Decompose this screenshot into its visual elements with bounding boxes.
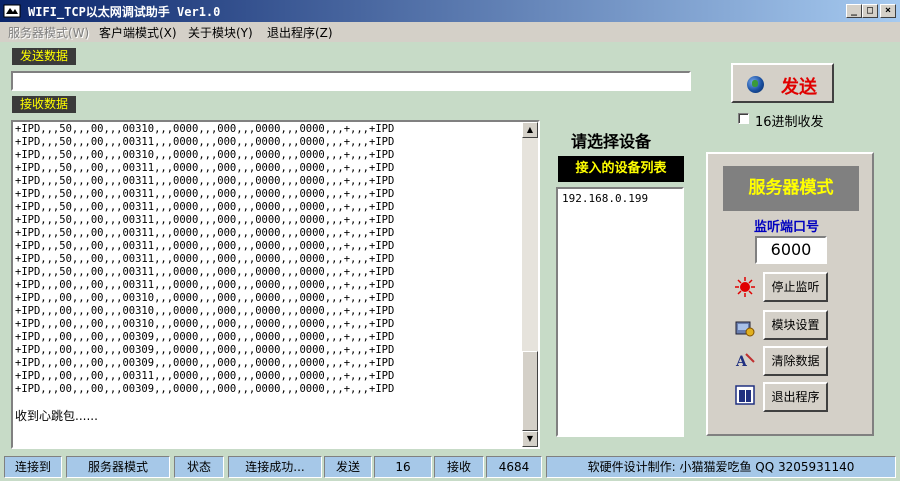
exit-program-button[interactable]: 退出程序: [763, 382, 828, 412]
recv-line: +IPD,,,50,,,00,,,00311,,,0000,,,000,,,00…: [15, 162, 395, 174]
recv-line: +IPD,,,00,,,00,,,00310,,,0000,,,000,,,00…: [15, 292, 395, 304]
device-list-title: 接入的设备列表: [558, 156, 684, 182]
stop-listen-button[interactable]: 停止监听: [763, 272, 828, 302]
recv-line: +IPD,,,00,,,00,,,00311,,,0000,,,000,,,00…: [15, 279, 395, 291]
recv-line: +IPD,,,50,,,00,,,00311,,,0000,,,000,,,00…: [15, 266, 395, 278]
device-prompt: 请选择设备: [571, 132, 652, 151]
globe-icon: [747, 76, 764, 93]
recv-line: +IPD,,,50,,,00,,,00311,,,0000,,,000,,,00…: [15, 214, 395, 226]
close-button[interactable]: ×: [880, 4, 896, 18]
recv-line: +IPD,,,50,,,00,,,00311,,,0000,,,000,,,00…: [15, 240, 395, 252]
minimize-button[interactable]: _: [846, 4, 862, 18]
status-recv-label: 接收: [434, 456, 484, 478]
send-button[interactable]: 发送: [731, 63, 834, 103]
status-state-value: 连接成功...: [228, 456, 322, 478]
window-title: WIFI_TCP以太网调试助手 Ver1.0: [28, 5, 221, 19]
heartbeat-text: 收到心跳包......: [15, 409, 98, 423]
svg-text:A: A: [735, 354, 748, 370]
recv-data-label: 接收数据: [12, 96, 77, 113]
hex-checkbox-label[interactable]: 16进制收发: [755, 111, 824, 130]
menu-exit[interactable]: 退出程序(Z): [267, 24, 333, 41]
port-label: 监听端口号: [754, 220, 820, 235]
recv-line: +IPD,,,50,,,00,,,00310,,,0000,,,000,,,00…: [15, 123, 395, 135]
app-icon: [3, 4, 21, 18]
device-list[interactable]: 192.168.0.199: [556, 187, 684, 437]
status-state-label: 状态: [174, 456, 224, 478]
menu-client-mode[interactable]: 客户端模式(X): [99, 24, 177, 41]
recv-line: +IPD,,,00,,,00,,,00310,,,0000,,,000,,,00…: [15, 305, 395, 317]
recv-line: +IPD,,,00,,,00,,,00309,,,0000,,,000,,,00…: [15, 383, 395, 395]
status-send-count: 16: [374, 456, 432, 478]
recv-line: +IPD,,,50,,,00,,,00311,,,0000,,,000,,,00…: [15, 227, 395, 239]
device-item[interactable]: 192.168.0.199: [562, 192, 648, 205]
recv-line: +IPD,,,50,,,00,,,00311,,,0000,,,000,,,00…: [15, 136, 395, 148]
mode-banner: 服务器模式: [723, 166, 859, 211]
status-bar: 连接到 服务器模式 状态 连接成功... 发送 16 接收 4684 软硬件设计…: [0, 454, 900, 481]
recv-line: +IPD,,,00,,,00,,,00309,,,0000,,,000,,,00…: [15, 344, 395, 356]
status-mode: 服务器模式: [66, 456, 170, 478]
title-bar[interactable]: WIFI_TCP以太网调试助手 Ver1.0 _ □ ×: [0, 0, 900, 22]
clear-data-button[interactable]: 清除数据: [763, 346, 828, 376]
recv-line: +IPD,,,00,,,00,,,00309,,,0000,,,000,,,00…: [15, 331, 395, 343]
recv-line: +IPD,,,50,,,00,,,00311,,,0000,,,000,,,00…: [15, 253, 395, 265]
recv-line: +IPD,,,50,,,00,,,00311,,,0000,,,000,,,00…: [15, 201, 395, 213]
send-data-label: 发送数据: [12, 48, 77, 65]
recv-textarea[interactable]: +IPD,,,50,,,00,,,00310,,,0000,,,000,,,00…: [11, 120, 540, 449]
server-panel: 服务器模式 监听端口号 6000 停止监听 模块设置 A 清除数据 退出程序: [706, 152, 874, 436]
exit-icon: [735, 385, 755, 405]
recv-lines: +IPD,,,50,,,00,,,00310,,,0000,,,000,,,00…: [15, 123, 525, 396]
port-input[interactable]: 6000: [755, 236, 827, 264]
clear-icon: A: [735, 353, 755, 370]
maximize-button[interactable]: □: [862, 4, 878, 18]
scroll-thumb[interactable]: [522, 351, 538, 431]
menu-bar: 服务器模式(W) 客户端模式(X) 关于模块(Y) 退出程序(Z): [0, 22, 900, 42]
menu-about-module[interactable]: 关于模块(Y): [188, 24, 253, 41]
send-input[interactable]: [11, 71, 691, 91]
status-recv-count: 4684: [486, 456, 542, 478]
recv-line: +IPD,,,00,,,00,,,00311,,,0000,,,000,,,00…: [15, 370, 395, 382]
status-connect-label: 连接到: [4, 456, 62, 478]
recv-line: +IPD,,,00,,,00,,,00309,,,0000,,,000,,,00…: [15, 357, 395, 369]
status-credits: 软硬件设计制作: 小猫猫爱吃鱼 QQ 3205931140: [546, 456, 896, 478]
status-send-label: 发送: [324, 456, 372, 478]
send-button-label: 发送: [781, 77, 817, 98]
scroll-up-button[interactable]: ▲: [522, 122, 538, 138]
recv-line: +IPD,,,50,,,00,,,00311,,,0000,,,000,,,00…: [15, 175, 395, 187]
module-settings-button[interactable]: 模块设置: [763, 310, 828, 340]
scroll-down-button[interactable]: ▼: [522, 431, 538, 447]
menu-server-mode[interactable]: 服务器模式(W): [8, 24, 89, 41]
settings-icon: [735, 321, 755, 337]
recv-line: +IPD,,,50,,,00,,,00311,,,0000,,,000,,,00…: [15, 188, 395, 200]
hex-checkbox[interactable]: [738, 113, 749, 124]
recv-line: +IPD,,,50,,,00,,,00310,,,0000,,,000,,,00…: [15, 149, 395, 161]
recv-line: +IPD,,,00,,,00,,,00310,,,0000,,,000,,,00…: [15, 318, 395, 330]
recv-scrollbar[interactable]: ▲ ▼: [522, 122, 538, 447]
record-icon: [735, 277, 755, 297]
